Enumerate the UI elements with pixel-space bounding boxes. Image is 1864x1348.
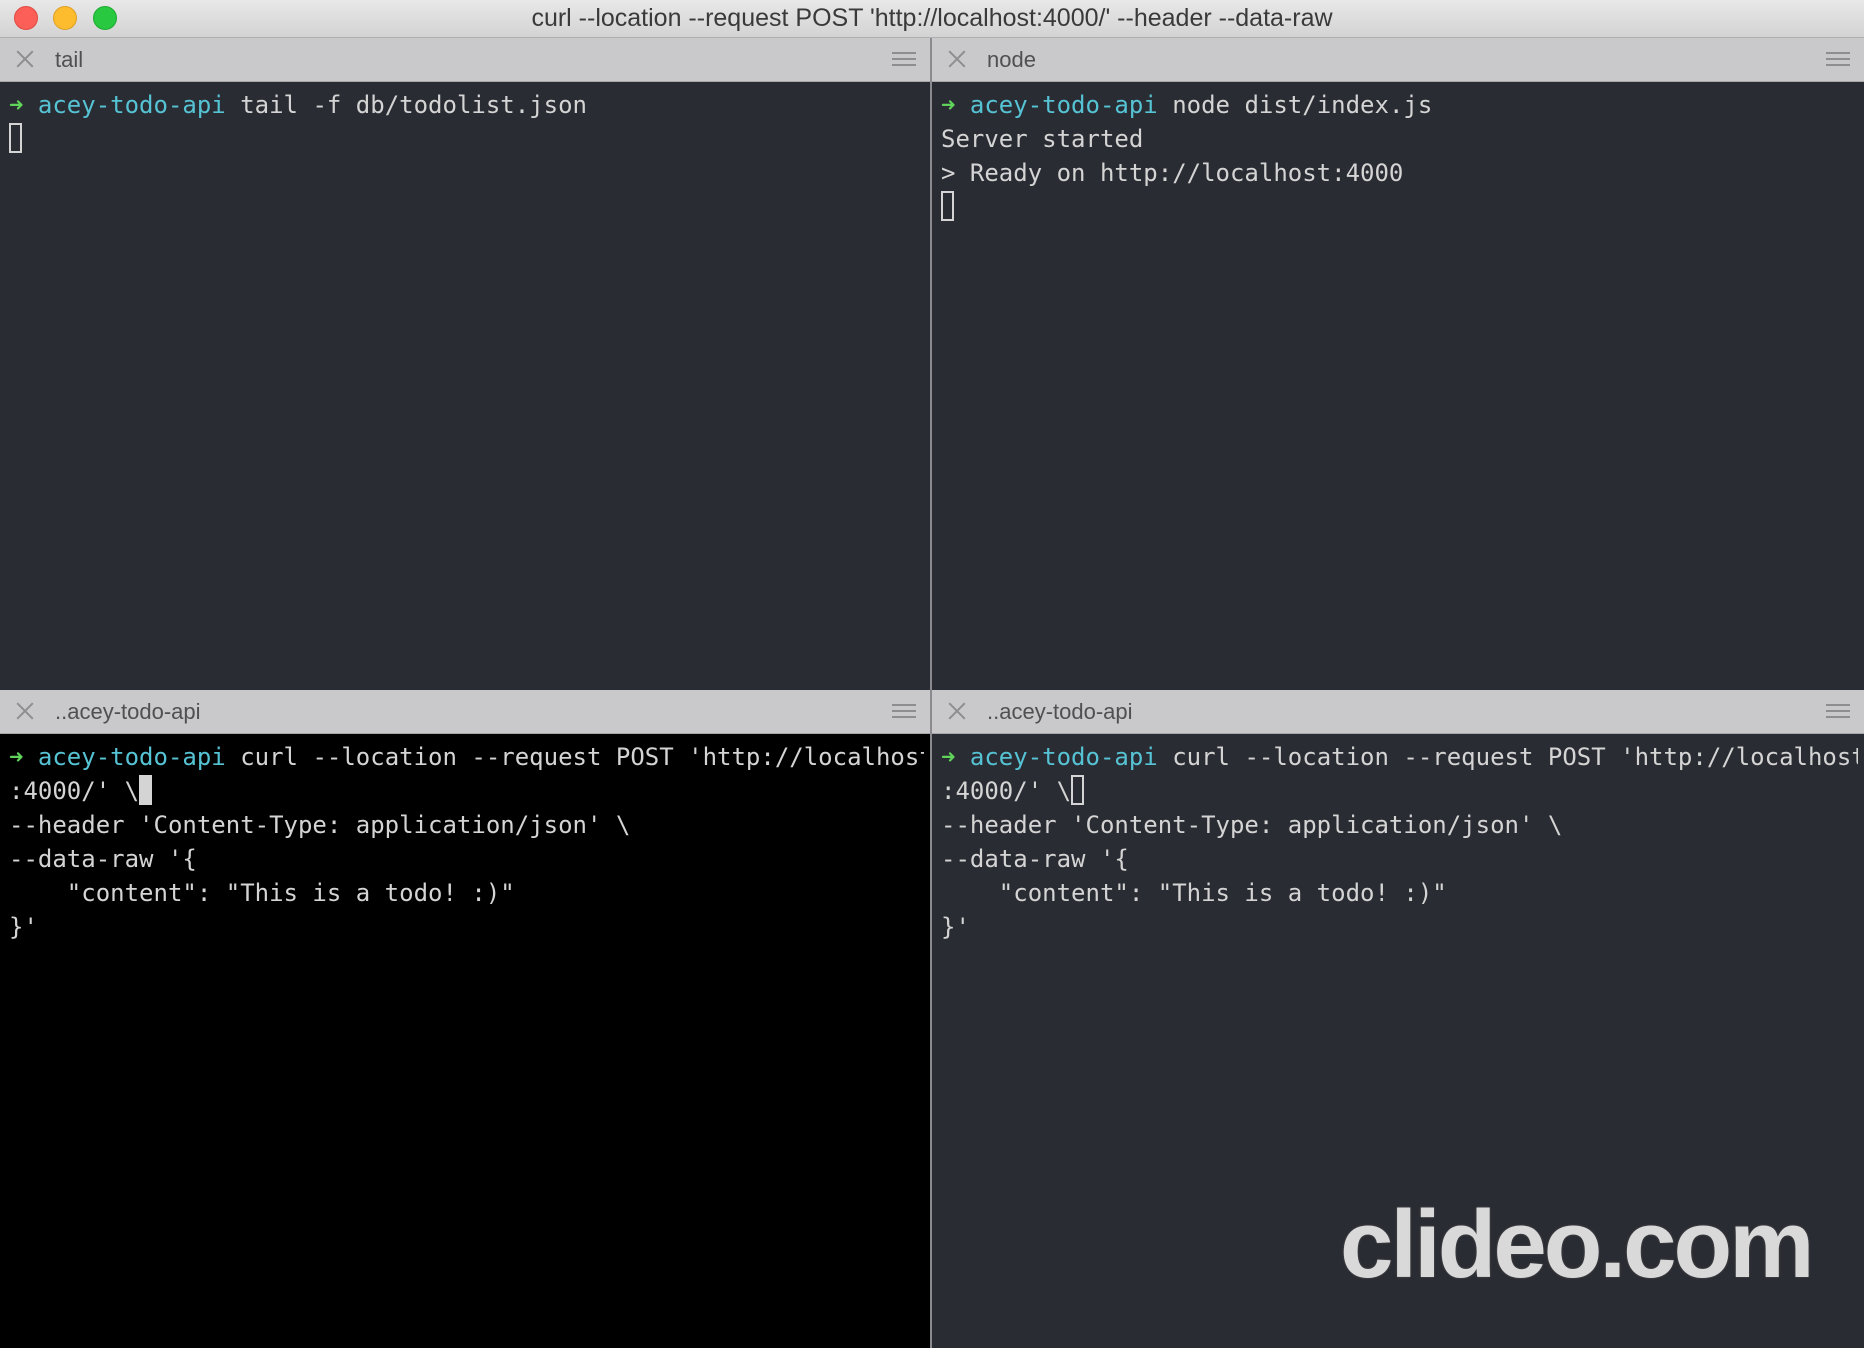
prompt-cwd: acey-todo-api [37,91,226,119]
tab-acey-todo-api-right[interactable]: ..acey-todo-api [932,690,1864,734]
close-icon[interactable] [14,48,36,70]
prompt-line: ➜ acey-todo-api tail -f db/todolist.json [9,88,924,122]
tab-acey-todo-api-left[interactable]: ..acey-todo-api [0,690,930,734]
prompt-line: ➜ acey-todo-api curl --location --reques… [941,740,1858,774]
command-text: :4000/' \ [941,777,1072,805]
pane-curl-active[interactable]: ..acey-todo-api ➜ acey-todo-api curl --l… [0,690,930,1348]
command-text: :4000/' \ [9,777,140,805]
terminal-output[interactable]: ➜ acey-todo-api curl --location --reques… [9,740,924,1348]
window-title-bar: curl --location --request POST 'http://l… [0,0,1864,38]
pane-node[interactable]: node ➜ acey-todo-api node dist/index.js … [932,38,1864,690]
close-icon[interactable] [946,48,968,70]
tab-tail[interactable]: tail [0,38,930,82]
terminal-cursor [941,191,954,221]
prompt-arrow-icon: ➜ [9,91,24,119]
prompt-arrow-icon: ➜ [9,743,24,771]
hamburger-menu-icon[interactable] [1826,704,1850,720]
hamburger-menu-icon[interactable] [892,52,916,68]
prompt-command: node dist/index.js [1157,91,1433,119]
prompt-command: curl --location --request POST 'http://l… [1157,743,1858,771]
prompt-line: ➜ acey-todo-api curl --location --reques… [9,740,924,774]
terminal-cursor [9,123,22,153]
prompt-command: curl --location --request POST 'http://l… [225,743,924,771]
prompt-cwd: acey-todo-api [37,743,226,771]
tab-label: ..acey-todo-api [987,699,1133,724]
prompt-cwd: acey-todo-api [969,91,1158,119]
hamburger-menu-icon[interactable] [892,704,916,720]
cursor-line [9,122,924,156]
command-continuation: }' [9,913,38,941]
tab-node[interactable]: node [932,38,1864,82]
command-continuation: --header 'Content-Type: application/json… [9,811,631,839]
command-continuation: --header 'Content-Type: application/json… [941,811,1563,839]
prompt-arrow-icon: ➜ [941,91,956,119]
command-continuation: }' [941,913,970,941]
pane-divider[interactable] [930,38,932,1348]
terminal-output[interactable]: ➜ acey-todo-api tail -f db/todolist.json [9,88,924,690]
window-title: curl --location --request POST 'http://l… [531,4,1333,32]
terminal-output[interactable]: ➜ acey-todo-api node dist/index.js Serve… [941,88,1858,690]
close-icon[interactable] [14,700,36,722]
hamburger-menu-icon[interactable] [1826,52,1850,68]
command-continuation: "content": "This is a todo! :)" [941,879,1447,907]
terminal-cursor [139,775,153,805]
tab-label: tail [55,47,84,72]
pane-tail[interactable]: tail ➜ acey-todo-api tail -f db/todolist… [0,38,930,690]
prompt-command: tail -f db/todolist.json [225,91,587,119]
cursor-line [941,190,1858,224]
tab-label: node [987,47,1036,72]
command-continuation: --data-raw '{ [9,845,197,873]
command-continuation: "content": "This is a todo! :)" [9,879,515,907]
prompt-arrow-icon: ➜ [941,743,956,771]
output-line: Server started [941,125,1144,153]
command-continuation: :4000/' \ [9,774,924,808]
watermark-logo: clideo.com [1340,1191,1814,1298]
prompt-line: ➜ acey-todo-api node dist/index.js [941,88,1858,122]
terminal-cursor [1071,775,1085,805]
command-continuation: :4000/' \ [941,774,1858,808]
output-line: > Ready on http://localhost:4000 [941,159,1404,187]
close-icon[interactable] [946,700,968,722]
prompt-cwd: acey-todo-api [969,743,1158,771]
tab-label: ..acey-todo-api [55,699,201,724]
command-continuation: --data-raw '{ [941,845,1129,873]
